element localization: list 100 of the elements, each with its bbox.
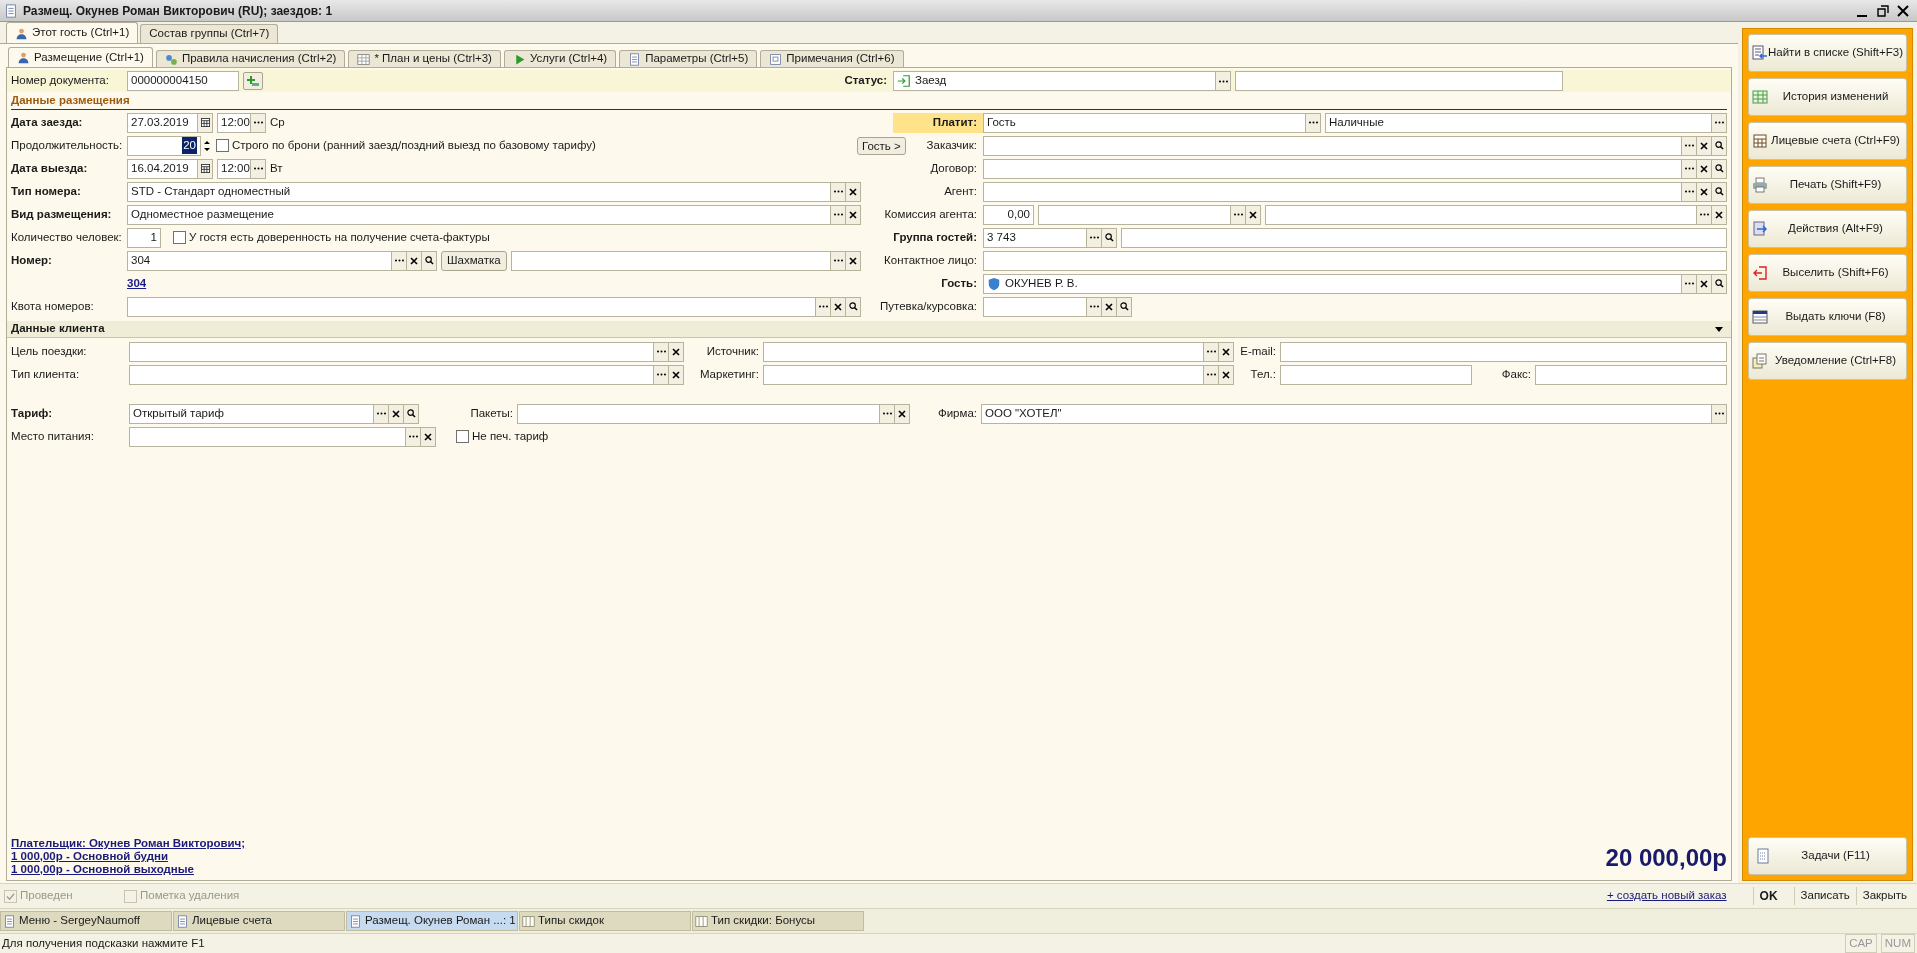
payer-link[interactable]: 1 000,00р - Основной выходные (11, 863, 246, 876)
tab[interactable]: Услуги (Ctrl+4) (503, 50, 617, 67)
input-field[interactable]: 12:00 (217, 112, 266, 133)
input-field[interactable]: Наличные (1325, 112, 1727, 133)
payer-link[interactable]: Плательщик: Окунев Роман Викторович; (11, 837, 246, 850)
input-field[interactable]: 304 (127, 250, 437, 271)
action-button[interactable]: Действия (Alt+F9) (1748, 210, 1908, 248)
clear-button[interactable] (845, 251, 860, 270)
clear-button[interactable] (1696, 159, 1711, 178)
payer-link[interactable]: 1 000,00р - Основной будни (11, 850, 246, 863)
tab[interactable]: Примечания (Ctrl+6) (760, 50, 904, 67)
clear-button[interactable] (1101, 297, 1116, 316)
clear-button[interactable] (406, 251, 421, 270)
input-field[interactable]: Гость (983, 112, 1321, 133)
input-field[interactable]: 1 (127, 227, 161, 248)
taskbar-item[interactable]: Типы скидок (519, 911, 691, 931)
input-field[interactable] (983, 296, 1132, 317)
input-field[interactable] (129, 426, 436, 447)
input-field[interactable] (983, 181, 1727, 202)
tab[interactable]: Правила начисления (Ctrl+2) (155, 50, 346, 67)
search-button[interactable] (1711, 274, 1726, 293)
checkbox[interactable] (173, 231, 186, 244)
command-button[interactable]: Закрыть (1855, 887, 1913, 905)
search-button[interactable] (845, 297, 860, 316)
select-button[interactable] (250, 159, 265, 178)
taskbar-item[interactable]: Тип скидки: Бонусы (692, 911, 864, 931)
clear-button[interactable] (1218, 365, 1233, 384)
input-field[interactable] (1235, 71, 1563, 91)
tab[interactable]: Размещение (Ctrl+1) (8, 47, 153, 67)
chessboard-button[interactable]: Шахматка (441, 250, 507, 271)
search-button[interactable] (1711, 159, 1726, 178)
action-button[interactable]: Печать (Shift+F9) (1748, 166, 1908, 204)
taskbar-item[interactable]: Лицевые счета (173, 911, 345, 931)
input-field[interactable]: 3 743 (983, 227, 1117, 248)
input-field[interactable] (1280, 364, 1472, 385)
input-field[interactable] (129, 364, 684, 385)
input-field[interactable]: 000000004150 (127, 71, 239, 91)
input-field[interactable] (127, 296, 861, 317)
clear-button[interactable] (830, 297, 845, 316)
close-button[interactable] (1897, 4, 1909, 17)
action-button[interactable]: Лицевые счета (Ctrl+F9) (1748, 122, 1908, 160)
clear-button[interactable] (1696, 274, 1711, 293)
input-field[interactable] (517, 403, 910, 424)
action-button[interactable]: Выдать ключи (F8) (1748, 298, 1908, 336)
clear-button[interactable] (1696, 182, 1711, 201)
clear-button[interactable] (420, 427, 435, 446)
select-button[interactable] (1711, 404, 1726, 423)
input-field[interactable]: 0,00 (983, 204, 1034, 225)
create-order-link[interactable]: + создать новый заказ (1606, 887, 1727, 905)
restore-button[interactable] (1877, 4, 1889, 17)
calendar-button[interactable] (197, 159, 212, 178)
tab[interactable]: * План и цены (Ctrl+3) (348, 50, 501, 67)
input-field[interactable]: 27.03.2019 (127, 112, 213, 133)
checkbox[interactable] (216, 139, 229, 152)
input-field[interactable] (1038, 204, 1261, 225)
input-field[interactable]: 20 (127, 135, 201, 156)
checkbox[interactable] (456, 430, 469, 443)
action-button[interactable]: История изменений (1748, 78, 1908, 116)
clear-button[interactable] (1711, 205, 1726, 224)
clear-button[interactable] (1245, 205, 1260, 224)
tab[interactable]: Этот гость (Ctrl+1) (6, 22, 139, 43)
taskbar-item[interactable]: Размещ. Окунев Роман ...: 1 (346, 911, 518, 931)
action-button[interactable]: Выселить (Shift+F6) (1748, 254, 1908, 292)
input-field[interactable] (129, 341, 684, 362)
action-button[interactable]: Найти в списке (Shift+F3) (1748, 34, 1908, 72)
input-field[interactable]: ООО "ХОТЕЛ" (981, 403, 1727, 424)
input-field[interactable] (1265, 204, 1727, 225)
search-button[interactable] (1711, 182, 1726, 201)
add-button[interactable] (243, 72, 263, 90)
clear-button[interactable] (1218, 342, 1233, 361)
input-field[interactable]: ОКУНЕВ Р. В. (983, 273, 1727, 294)
input-field[interactable] (1280, 341, 1727, 362)
input-field[interactable] (1121, 227, 1727, 248)
input-field[interactable]: 12:00 (217, 158, 266, 179)
clear-button[interactable] (894, 404, 909, 423)
input-field[interactable]: STD - Стандарт одноместный (127, 181, 861, 202)
calendar-button[interactable] (197, 113, 212, 132)
search-button[interactable] (421, 251, 436, 270)
input-field[interactable]: 16.04.2019 (127, 158, 213, 179)
input-field[interactable] (983, 250, 1727, 271)
taskbar-item[interactable]: Меню - SergeyNaumoff (0, 911, 172, 931)
tab[interactable]: Состав группы (Ctrl+7) (140, 24, 279, 43)
search-button[interactable] (1711, 136, 1726, 155)
input-field[interactable]: Одноместное размещение (127, 204, 861, 225)
clear-button[interactable] (845, 182, 860, 201)
clear-button[interactable] (668, 365, 683, 384)
search-button[interactable] (1101, 228, 1116, 247)
input-field[interactable] (510, 250, 861, 271)
input-field[interactable]: Заезд (893, 71, 1231, 91)
input-field[interactable]: Открытый тариф (129, 403, 419, 424)
command-button[interactable]: OK (1752, 887, 1784, 905)
input-field[interactable] (1535, 364, 1727, 385)
tasks-button[interactable]: Задачи (F11) (1748, 837, 1908, 875)
select-button[interactable] (1215, 72, 1230, 90)
input-field[interactable] (983, 135, 1727, 156)
room-link[interactable]: 304 (127, 274, 147, 293)
select-button[interactable] (1305, 113, 1320, 132)
clear-button[interactable] (1696, 136, 1711, 155)
clear-button[interactable] (845, 205, 860, 224)
clear-button[interactable] (668, 342, 683, 361)
